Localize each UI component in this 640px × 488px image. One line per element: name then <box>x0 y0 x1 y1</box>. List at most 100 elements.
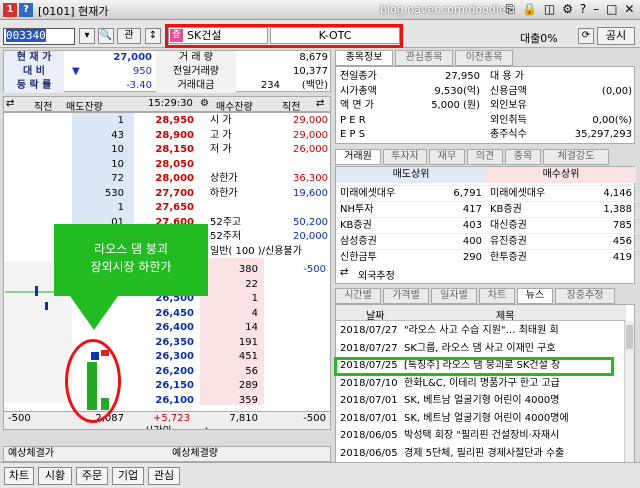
news-title[interactable]: 경제 5단체, 필리핀 경제사절단과 수출 <box>404 446 564 462</box>
ask-price[interactable]: 28,050 <box>134 158 194 173</box>
tab-time[interactable]: 시간별 <box>335 288 381 304</box>
ask-price[interactable]: 28,000 <box>134 172 194 187</box>
news-item[interactable]: 2018/07/01 SK, 베트남 얼굴기형 어린이 4000명 <box>336 393 628 409</box>
company-button[interactable]: 기업 <box>112 467 144 485</box>
sell-qty: 6,791 <box>453 188 482 199</box>
bid-price[interactable]: 26,150 <box>134 379 194 394</box>
ask-price[interactable]: 28,900 <box>134 129 194 144</box>
news-title[interactable]: 박성택 회장 "필리핀 건설장비·자재시 <box>404 428 559 444</box>
search-icon[interactable]: 🔍 <box>98 28 114 44</box>
refresh-icon[interactable]: ⟳ <box>578 28 594 44</box>
bid-price[interactable]: 26,300 <box>134 350 194 365</box>
bid-price[interactable]: 26,200 <box>134 365 194 380</box>
close-icon[interactable]: ✕ <box>624 2 634 18</box>
tab-intraday[interactable]: 장중추정 <box>555 288 615 304</box>
prev-icon[interactable]: ⇄ <box>6 98 14 109</box>
news-item[interactable]: 2018/07/27 "라오스 사고 수습 지원"… 최태원 회 <box>336 323 628 339</box>
tab-investor[interactable]: 투자자 <box>383 149 427 165</box>
gongsi-button[interactable]: 공시 <box>597 27 635 45</box>
news-item[interactable]: 2018/07/27 SK그룹, 라오스 댐 사고 이재민 구호 <box>336 341 628 357</box>
news-title[interactable]: SK, 베트남 얼굴기형 어린이 4000명에 <box>404 411 569 427</box>
tab-opinion[interactable]: 의견 <box>467 149 503 165</box>
tab-news[interactable]: 뉴스 <box>517 288 553 304</box>
news-title[interactable]: 한화L&C, 이테리 명품가구 한고 고급 <box>404 376 560 392</box>
scroll-thumb[interactable] <box>626 325 633 349</box>
tab-prev-stock[interactable]: 이전종목 <box>455 50 513 66</box>
news-item[interactable]: 2018/07/10 한화L&C, 이테리 명품가구 한고 고급 <box>336 376 628 392</box>
gear-icon[interactable]: ⚙ <box>562 2 573 18</box>
orderbook-time: 15:29:30 <box>148 98 193 109</box>
pin-icon[interactable]: ◫ <box>544 2 555 18</box>
tab-strength[interactable]: 체결강도 <box>543 149 609 165</box>
news-item[interactable]: 2018/06/05 경제 5단체, 필리핀 경제사절단과 수출 <box>336 446 628 462</box>
side-info-value: 26,000 <box>293 144 328 155</box>
minimize-icon[interactable]: – <box>593 2 599 18</box>
order-button[interactable]: 주문 <box>76 467 108 485</box>
info-label-2: 외인보유 <box>490 100 527 111</box>
down-arrow-icon: ▼ <box>72 66 80 77</box>
ask-price[interactable]: 27,650 <box>134 201 194 216</box>
refresh-stock-icon[interactable]: ↕ <box>145 28 161 44</box>
news-date: 2018/07/01 <box>340 395 398 406</box>
ask-qty: 1 <box>117 202 124 213</box>
title-bar: 1 ? [0101] 현재가 blog.naver.com/doodlee ⎘ … <box>0 0 640 20</box>
bid-price[interactable]: 26,350 <box>134 336 194 351</box>
bid-price[interactable]: 26,100 <box>134 394 194 409</box>
buy-broker: 대신증권 <box>490 220 527 231</box>
broker-row[interactable]: 미래에셋대우 6,791 미래에셋대우 4,146 <box>336 185 636 201</box>
quote-panel: 현 재 가 대 비 등 락 률 27,000 ▼ 950 -3.40 거 래 량… <box>3 50 331 93</box>
bid-price[interactable]: 26,450 <box>134 307 194 322</box>
bid-qty: 22 <box>245 278 258 290</box>
news-item[interactable]: 2018/06/05 박성택 회장 "필리핀 건설장비·자재시 <box>336 428 628 444</box>
tab-finance[interactable]: 재무 <box>429 149 465 165</box>
buy-broker: 미래에셋대우 <box>490 188 546 199</box>
broker-row[interactable]: NH투자 417 KB증권 1,388 <box>336 201 636 217</box>
volume-value: 8,679 <box>299 52 328 63</box>
info-value: 27,950 <box>445 71 480 82</box>
kwan-button[interactable]: 관 <box>117 28 141 44</box>
news-title[interactable]: SK, 베트남 얼굴기형 어린이 4000명 <box>404 393 559 409</box>
amount-value: 234 <box>260 80 280 91</box>
broker-row[interactable]: KB증권 403 대신증권 785 <box>336 217 636 233</box>
tab-stock-info[interactable]: 종목정보 <box>335 50 393 66</box>
tab-watchlist[interactable]: 관심종목 <box>395 50 453 66</box>
window-number-badge[interactable]: 1 <box>3 3 17 17</box>
next-icon[interactable]: ⇄ <box>316 98 324 109</box>
news-date: 2018/07/27 <box>340 342 398 354</box>
tab-daily[interactable]: 일자별 <box>431 288 477 304</box>
broker-row[interactable]: 삼성증권 400 유진증권 456 <box>336 233 636 249</box>
settings-gear-icon[interactable]: ⚙ <box>200 98 209 109</box>
maximize-icon[interactable]: □ <box>606 2 617 18</box>
news-title[interactable]: SK그룹, 라오스 댐 사고 이재민 구호 <box>404 341 556 357</box>
help-badge[interactable]: ? <box>19 3 33 17</box>
ask-price[interactable]: 28,150 <box>134 143 194 158</box>
ask-price[interactable]: 28,950 <box>134 114 194 129</box>
info-value-2: 0,00(%) <box>592 114 632 126</box>
tab-broker[interactable]: 거래원 <box>335 149 381 165</box>
loan-rate: 대출0% <box>520 32 558 45</box>
news-title[interactable]: "라오스 사고 수습 지원"… 최태원 회 <box>404 323 559 339</box>
broker-row[interactable]: 신한금투 290 한투증권 419 <box>336 249 636 265</box>
bid-price[interactable]: 26,400 <box>134 321 194 336</box>
chart-button[interactable]: 차트 <box>4 467 34 485</box>
tab-stock[interactable]: 종목 <box>505 149 541 165</box>
ask-price[interactable]: 27,700 <box>134 187 194 202</box>
expect-volume-label: 예상체결량 <box>172 448 218 459</box>
news-scrollbar[interactable] <box>624 321 634 463</box>
tab-chart[interactable]: 차트 <box>479 288 515 304</box>
interest-button[interactable]: 관심 <box>148 467 180 485</box>
market-news-button[interactable]: 시황 <box>38 467 72 485</box>
change-value: 950 <box>132 66 152 77</box>
stock-code-input[interactable]: 003340 <box>3 28 75 45</box>
question-icon[interactable]: ? <box>580 2 586 18</box>
dropdown-icon[interactable]: ▾ <box>79 28 95 44</box>
link-icon[interactable]: ⎘ <box>505 2 515 18</box>
tab-price[interactable]: 가격별 <box>383 288 429 304</box>
highlight-box-green <box>334 357 614 376</box>
ask-head: 매도잔량 <box>66 102 103 113</box>
foreign-estimate-icon[interactable]: ⇄ <box>340 267 348 278</box>
swap-icon[interactable]: ⇄ <box>200 425 208 429</box>
news-item[interactable]: 2018/07/01 SK, 베트남 얼굴기형 어린이 4000명에 <box>336 411 628 427</box>
info-label: 전일종가 <box>340 71 377 82</box>
lock-icon[interactable]: 🔒 <box>522 2 537 18</box>
